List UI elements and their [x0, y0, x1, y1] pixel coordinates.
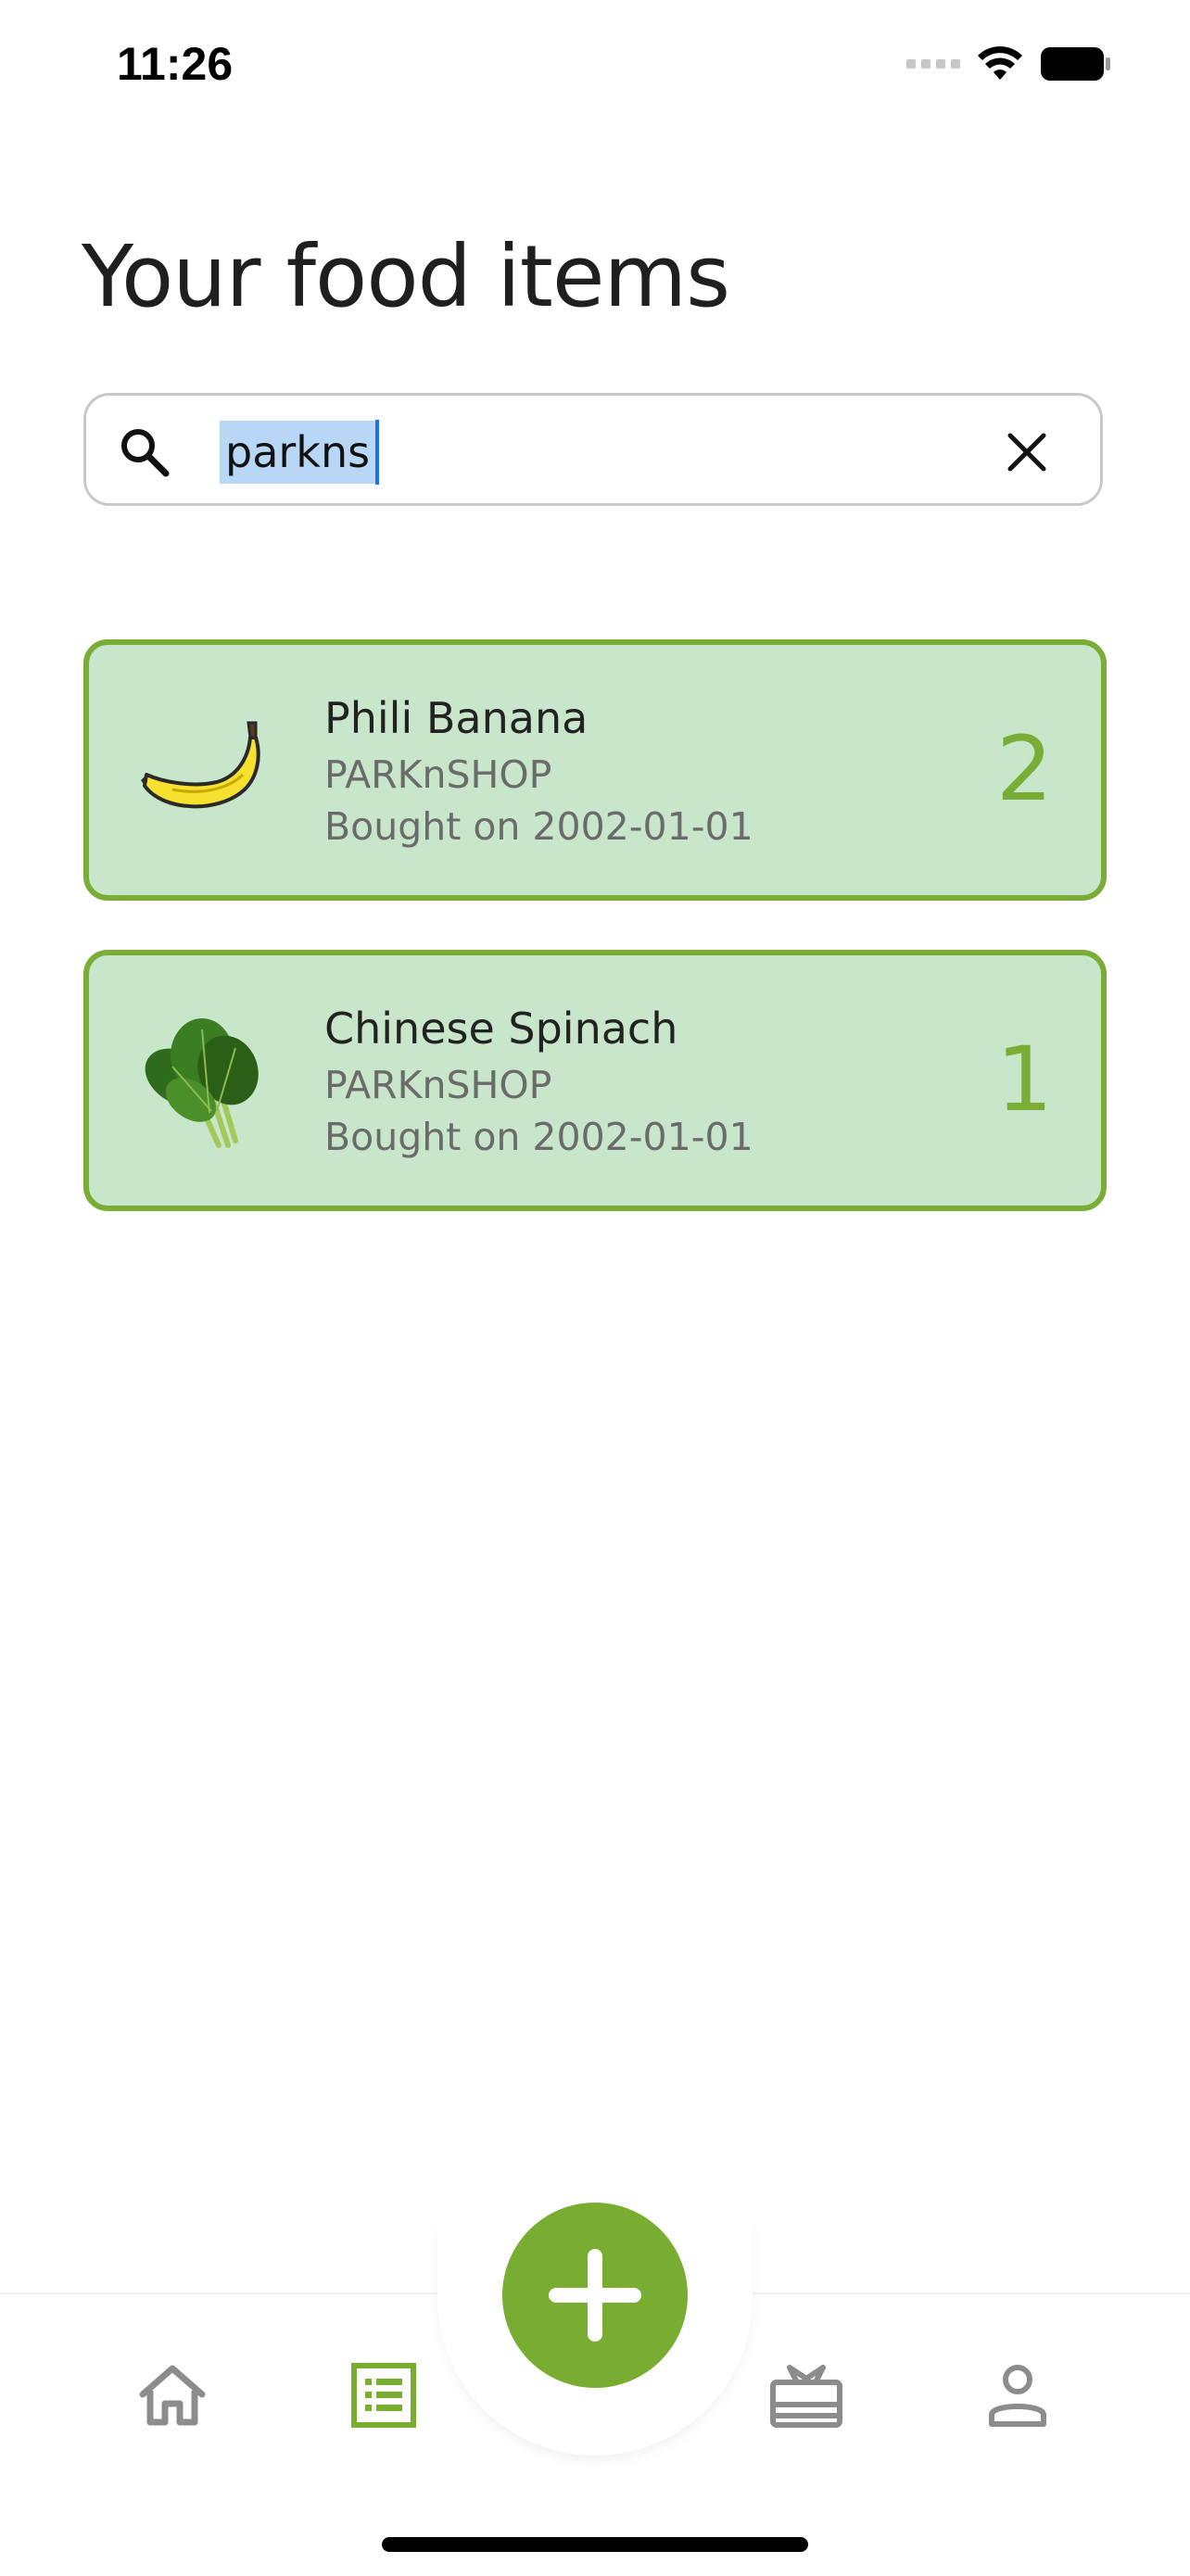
item-date: Bought on 2002-01-01: [324, 804, 753, 849]
page-title: Your food items: [82, 227, 730, 326]
search-icon: [118, 425, 171, 483]
status-bar: 11:26: [0, 0, 1190, 130]
list-icon[interactable]: [337, 2349, 430, 2442]
home-icon[interactable]: [126, 2349, 219, 2442]
search-text-area[interactable]: parkns: [220, 416, 380, 488]
food-item-card[interactable]: Chinese Spinach PARKnSHOP Bought on 2002…: [83, 950, 1107, 1211]
status-time: 11:26: [117, 38, 234, 90]
home-indicator[interactable]: [382, 2537, 808, 2552]
item-store: PARKnSHOP: [324, 752, 552, 797]
item-quantity: 1: [995, 1028, 1053, 1131]
search-query-text[interactable]: parkns: [220, 421, 376, 484]
item-name: Chinese Spinach: [324, 1004, 678, 1054]
item-store: PARKnSHOP: [324, 1063, 552, 1107]
text-caret: [375, 420, 380, 485]
gift-icon[interactable]: [760, 2349, 853, 2442]
add-button[interactable]: [502, 2203, 688, 2388]
battery-icon: [1040, 46, 1112, 82]
item-quantity: 2: [995, 717, 1053, 821]
item-name: Phili Banana: [324, 693, 589, 743]
wifi-icon: [977, 46, 1023, 82]
clear-icon[interactable]: [1006, 431, 1048, 477]
item-date: Bought on 2002-01-01: [324, 1115, 753, 1159]
cellular-signal-icon: [906, 59, 960, 69]
banana-icon: [135, 701, 274, 840]
food-item-card[interactable]: Phili Banana PARKnSHOP Bought on 2002-01…: [83, 639, 1107, 901]
status-indicators: [906, 46, 1112, 82]
search-input[interactable]: parkns: [83, 393, 1103, 506]
profile-icon[interactable]: [971, 2349, 1064, 2442]
spinach-icon: [135, 1011, 274, 1150]
add-icon: [549, 2249, 641, 2342]
